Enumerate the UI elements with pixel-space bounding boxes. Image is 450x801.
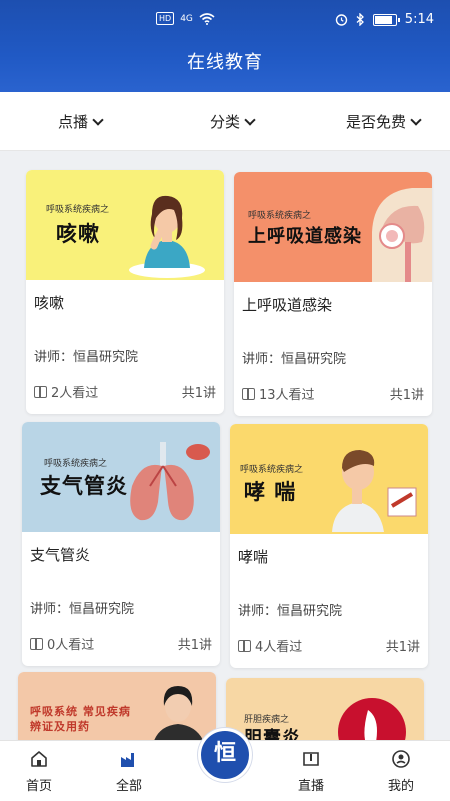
gallbladder-illustration — [338, 698, 406, 740]
filter-label: 分类 — [210, 113, 241, 131]
chevron-down-icon — [244, 113, 256, 126]
wifi-icon — [199, 12, 215, 25]
view-count-text: 0人看过 — [47, 638, 95, 653]
thumb-title: 哮 喘 — [244, 480, 297, 504]
course-thumbnail: 呼吸系统疾病之 上呼吸道感染 — [234, 172, 432, 282]
thumb-subtitle: 呼吸系统疾病之 — [46, 205, 110, 215]
filter-playback[interactable]: 点播 — [58, 111, 104, 132]
course-thumbnail: 肝胆疾病之 胆囊炎 — [226, 678, 424, 740]
course-card[interactable]: 呼吸系统疾病之 哮 喘 哮喘 讲师：恒昌研究院 4人看过 共1讲 — [230, 424, 428, 668]
chevron-down-icon — [410, 113, 422, 126]
view-count-text: 2人看过 — [51, 386, 99, 401]
thumb-title: 呼吸系统 常见疾病辨证及用药 — [30, 705, 131, 733]
book-icon — [30, 637, 43, 650]
filter-category[interactable]: 分类 — [210, 111, 256, 132]
course-card[interactable]: 肝胆疾病之 胆囊炎 — [226, 678, 424, 740]
lesson-count: 共1讲 — [389, 388, 424, 403]
thumb-title: 胆囊炎 — [244, 728, 301, 740]
thumb-title: 支气管炎 — [40, 474, 128, 498]
course-teacher: 讲师：恒昌研究院 — [34, 350, 139, 365]
view-count-text: 13人看过 — [259, 388, 315, 403]
battery-icon — [372, 13, 400, 26]
filter-free[interactable]: 是否免费 — [346, 111, 422, 132]
course-title: 上呼吸道感染 — [242, 296, 333, 314]
presenter-photo — [154, 686, 203, 740]
view-count: 4人看过 — [238, 636, 302, 655]
filter-label: 是否免费 — [346, 113, 407, 131]
status-bar: HD 4G 5:14 — [0, 10, 450, 32]
page-title: 在线教育 — [187, 52, 263, 73]
app-header: HD 4G 5:14 在线教育 — [0, 0, 450, 92]
coughing-woman-illustration — [129, 195, 205, 278]
course-thumbnail: 呼吸系统疾病之 支气管炎 — [22, 422, 220, 532]
view-count-text: 4人看过 — [255, 640, 303, 655]
filter-bar: 点播 分类 是否免费 — [0, 92, 450, 151]
bluetooth-icon — [356, 13, 364, 26]
lungs-illustration — [130, 442, 210, 521]
course-title: 哮喘 — [238, 548, 269, 566]
tab-label: 全部 — [115, 779, 142, 794]
tab-home[interactable]: 首页 — [4, 741, 74, 801]
thumb-subtitle: 呼吸系统疾病之 — [248, 211, 312, 221]
tab-label: 我的 — [387, 779, 414, 794]
course-thumbnail: 呼吸系统疾病之 咳嗽 — [26, 170, 224, 280]
thumb-subtitle: 呼吸系统疾病之 — [240, 465, 304, 475]
tab-all[interactable]: 全部 — [94, 741, 164, 801]
alarm-icon — [335, 14, 347, 26]
profile-icon — [392, 750, 410, 768]
course-teacher: 讲师：恒昌研究院 — [30, 602, 135, 617]
course-card[interactable]: 呼吸系统疾病之 支气管炎 支气管炎 讲师：恒昌研究院 0人看过 共1讲 — [22, 422, 220, 666]
course-thumbnail: 呼吸系统疾病之 哮 喘 — [230, 424, 428, 534]
tab-profile[interactable]: 我的 — [366, 741, 436, 801]
hd-icon: HD — [156, 12, 175, 25]
network-type: 4G — [180, 13, 193, 24]
lesson-count: 共1讲 — [177, 638, 212, 653]
thumb-subtitle: 呼吸系统疾病之 — [44, 459, 108, 469]
course-title: 支气管炎 — [30, 546, 91, 564]
course-card[interactable]: 呼吸系统疾病之 上呼吸道感染 上呼吸道感染 讲师：恒昌研究院 13人看过 共1讲 — [234, 172, 432, 416]
course-grid[interactable]: 呼吸系统疾病之 咳嗽 咳嗽 讲师：恒昌研究院 2人看过 共1讲 呼吸系统疾病之 … — [0, 150, 450, 740]
chevron-down-icon — [92, 113, 104, 126]
thumb-title: 上呼吸道感染 — [248, 226, 362, 247]
lesson-count: 共1讲 — [181, 386, 216, 401]
book-icon — [238, 639, 251, 652]
clock-time: 5:14 — [404, 12, 434, 27]
tab-label: 首页 — [25, 779, 52, 794]
factory-icon — [121, 753, 134, 767]
thumb-title: 咳嗽 — [56, 222, 100, 246]
course-thumbnail: 呼吸系统 常见疾病辨证及用药 — [18, 672, 216, 740]
filter-label: 点播 — [58, 113, 89, 131]
center-logo-button[interactable]: 恒 — [198, 728, 252, 782]
tab-label: 直播 — [297, 779, 324, 794]
tab-live[interactable]: 直播 — [276, 741, 346, 801]
asthma-boy-illustration — [332, 450, 417, 532]
book-icon — [242, 387, 255, 400]
nasal-anatomy-illustration — [372, 188, 432, 282]
course-teacher: 讲师：恒昌研究院 — [242, 352, 347, 367]
lesson-count: 共1讲 — [385, 640, 420, 655]
course-card[interactable]: 呼吸系统疾病之 咳嗽 咳嗽 讲师：恒昌研究院 2人看过 共1讲 — [26, 170, 224, 414]
view-count: 2人看过 — [34, 382, 98, 401]
book-icon — [34, 385, 47, 398]
home-icon — [31, 751, 47, 767]
view-count: 0人看过 — [30, 634, 94, 653]
course-teacher: 讲师：恒昌研究院 — [238, 604, 343, 619]
live-icon — [303, 752, 319, 766]
view-count: 13人看过 — [242, 384, 315, 403]
course-title: 咳嗽 — [34, 294, 65, 312]
course-card[interactable]: 呼吸系统 常见疾病辨证及用药 — [18, 672, 216, 740]
